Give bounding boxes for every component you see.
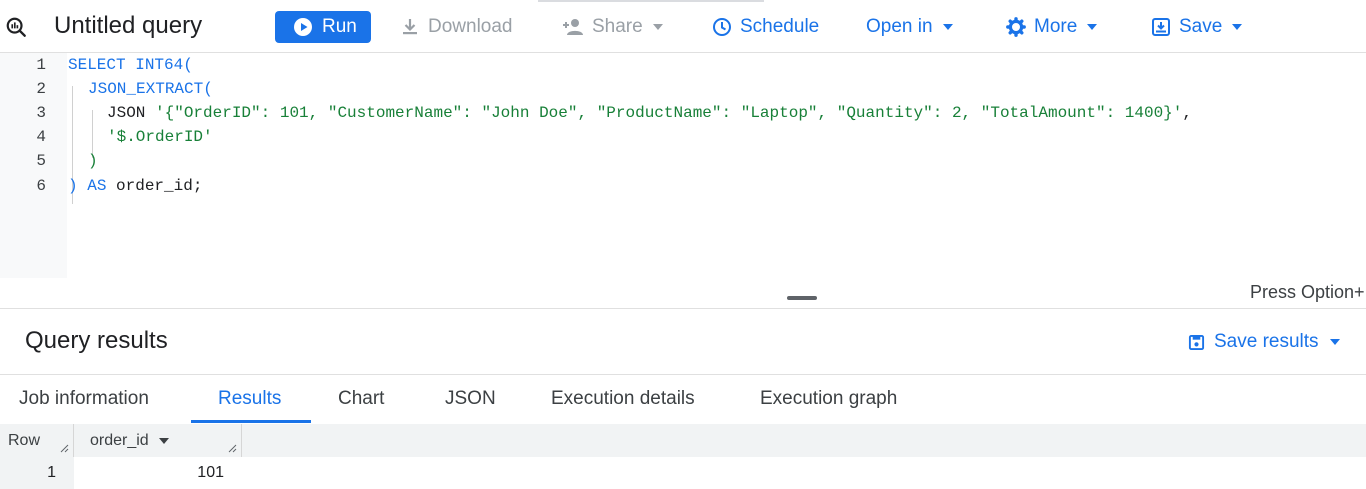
row-number-cell: 1 bbox=[0, 457, 74, 489]
code-token: ) bbox=[68, 177, 78, 195]
code-line-1: SELECT INT64( bbox=[68, 56, 193, 74]
code-line-2: JSON_EXTRACT( bbox=[88, 80, 213, 98]
open-in-caret-icon bbox=[942, 24, 953, 30]
tab-execution-graph[interactable]: Execution graph bbox=[760, 375, 897, 423]
run-button-label: Run bbox=[322, 16, 357, 37]
tab-chart[interactable]: Chart bbox=[338, 375, 384, 423]
open-in-button-label: Open in bbox=[866, 16, 933, 37]
save-results-caret-icon bbox=[1329, 339, 1340, 345]
code-token: order_id; bbox=[106, 177, 203, 195]
code-token: AS bbox=[77, 177, 107, 195]
line-number: 2 bbox=[36, 80, 46, 98]
column-header-label: Row bbox=[8, 431, 41, 449]
save-results-label: Save results bbox=[1214, 331, 1319, 352]
query-toolbar: Untitled query Run Download Share Schedu… bbox=[0, 0, 1366, 53]
editor-results-splitter: Press Option+ bbox=[0, 278, 1366, 309]
share-caret-icon bbox=[652, 24, 663, 30]
download-icon bbox=[403, 19, 417, 35]
column-resize-icon[interactable] bbox=[59, 443, 69, 453]
tab-results[interactable]: Results bbox=[218, 375, 281, 423]
clock-icon bbox=[713, 18, 731, 36]
code-token: JSON bbox=[107, 104, 156, 122]
save-results-button[interactable]: Save results bbox=[1188, 330, 1340, 354]
resize-handle[interactable] bbox=[787, 296, 817, 300]
gear-icon bbox=[1006, 17, 1026, 37]
column-header-row[interactable]: Row bbox=[0, 424, 74, 457]
run-button[interactable]: Run bbox=[275, 11, 371, 43]
query-title[interactable]: Untitled query bbox=[54, 12, 202, 40]
code-line-3: JSON '{"OrderID": 101, "CustomerName": "… bbox=[107, 104, 1192, 122]
add-person-icon bbox=[563, 19, 583, 35]
floppy-disk-icon bbox=[1188, 334, 1205, 350]
more-button[interactable]: More bbox=[1006, 14, 1098, 40]
code-token: SELECT INT64( bbox=[68, 56, 193, 74]
tab-json[interactable]: JSON bbox=[445, 375, 496, 423]
save-button[interactable]: Save bbox=[1151, 14, 1243, 40]
code-line-5: ) bbox=[88, 152, 98, 170]
toolbar-accent-line bbox=[538, 0, 764, 2]
indent-guide bbox=[92, 110, 93, 158]
line-number: 3 bbox=[36, 104, 46, 122]
line-number: 4 bbox=[36, 128, 46, 146]
table-row: 1 101 bbox=[0, 457, 1366, 489]
code-line-6: ) AS order_id; bbox=[68, 177, 202, 195]
line-number: 6 bbox=[36, 177, 46, 195]
column-header-order-id[interactable]: order_id bbox=[74, 424, 242, 457]
share-button[interactable]: Share bbox=[562, 14, 663, 40]
tab-job-information[interactable]: Job information bbox=[19, 375, 149, 423]
code-token: , bbox=[1182, 104, 1192, 122]
code-token: ) bbox=[88, 152, 98, 170]
query-icon bbox=[6, 17, 26, 37]
column-resize-icon[interactable] bbox=[227, 443, 237, 453]
tab-execution-details[interactable]: Execution details bbox=[551, 375, 695, 423]
code-token: JSON_EXTRACT( bbox=[88, 80, 213, 98]
save-icon bbox=[1152, 18, 1170, 36]
results-grid-header: Row order_id bbox=[0, 424, 1366, 457]
play-icon bbox=[294, 18, 312, 36]
results-tabs: Job information Results Chart JSON Execu… bbox=[0, 374, 1366, 425]
download-button[interactable]: Download bbox=[400, 14, 513, 40]
more-button-label: More bbox=[1034, 16, 1078, 37]
keyboard-hint: Press Option+ bbox=[1250, 282, 1365, 302]
active-tab-indicator bbox=[191, 420, 311, 423]
order-id-cell[interactable]: 101 bbox=[74, 457, 242, 489]
code-line-4: '$.OrderID' bbox=[107, 128, 213, 146]
schedule-button[interactable]: Schedule bbox=[712, 14, 819, 40]
open-in-button[interactable]: Open in bbox=[866, 14, 953, 40]
line-number: 1 bbox=[36, 56, 46, 74]
schedule-button-label: Schedule bbox=[740, 16, 820, 37]
download-button-label: Download bbox=[428, 16, 513, 37]
more-caret-icon bbox=[1087, 24, 1098, 30]
results-title: Query results bbox=[25, 327, 168, 354]
line-number: 5 bbox=[36, 152, 46, 170]
code-string: '$.OrderID' bbox=[107, 128, 213, 146]
save-caret-icon bbox=[1232, 24, 1243, 30]
sql-editor[interactable]: 1 2 3 4 5 6 SELECT INT64( JSON_EXTRACT( … bbox=[0, 53, 1366, 278]
share-button-label: Share bbox=[592, 16, 643, 37]
column-header-label: order_id bbox=[90, 431, 149, 449]
code-string: '{"OrderID": 101, "CustomerName": "John … bbox=[155, 104, 1183, 122]
save-button-label: Save bbox=[1179, 16, 1223, 37]
sort-caret-icon[interactable] bbox=[158, 437, 169, 444]
